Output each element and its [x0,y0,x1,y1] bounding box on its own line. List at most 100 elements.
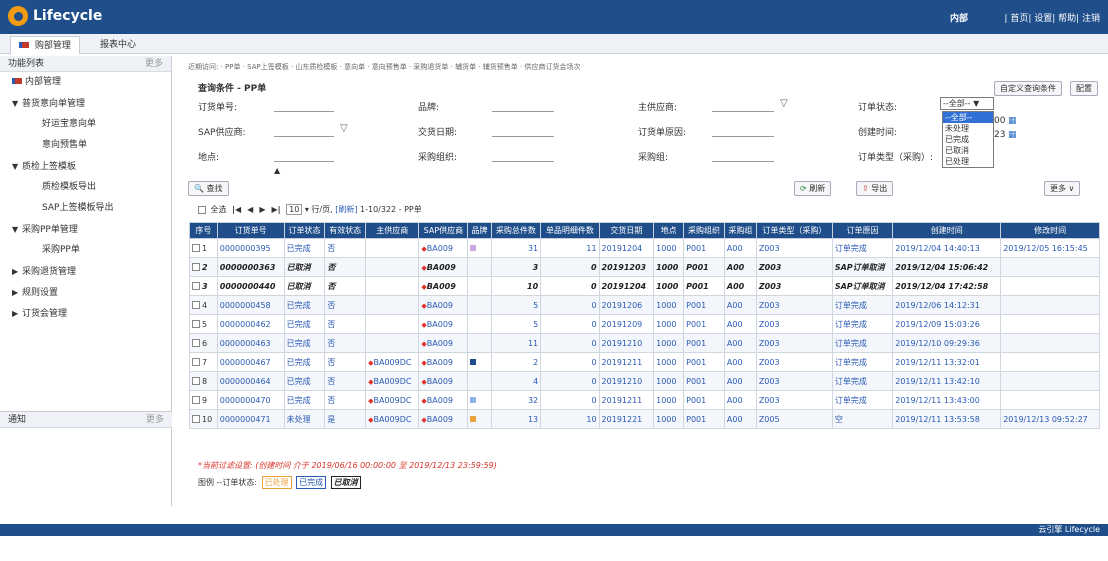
table-row[interactable]: 7 0000000467 已完成否 ◆BA009DC ◆BA009 2 0 20191211 1… [189,352,1100,372]
order-no-input[interactable] [274,100,334,112]
sidebar-item[interactable]: SAP上签模板导出 [0,198,171,219]
column-header[interactable]: 订单原因 [831,222,894,239]
sidebar-item[interactable]: 好运宝意向单 [0,114,171,135]
no-cell: 0000000440 [216,276,285,296]
created-start-partial[interactable]: 00 [994,116,1005,126]
table-row[interactable]: 9 0000000470 已完成否 ◆BA009DC ◆BA009 32 0 20191211… [189,390,1100,410]
row-checkbox[interactable] [192,396,200,404]
row-checkbox[interactable] [192,339,200,347]
valid-cell: 否 [324,238,367,258]
main-supplier-input[interactable] [712,100,774,112]
custom-query-button[interactable]: 自定义查询条件 [994,81,1062,96]
column-header[interactable]: 品牌 [467,222,492,239]
table-row[interactable]: 3 0000000440 已取消否 ◆BA009 10 0 20191204 1000 P001… [189,276,1100,296]
table-row[interactable]: 6 0000000463 已完成否 ◆BA009 11 0 20191210 1000 P001… [189,333,1100,353]
column-header[interactable]: 主供应商 [365,222,420,239]
order-status-select[interactable]: --全部-- ▼ [940,97,994,110]
refresh-button[interactable]: ⟳ 刷新 [794,181,832,196]
table-row[interactable]: 2 0000000363 已取消否 ◆BA009 3 0 20191203 1000 P001 A… [189,257,1100,277]
sidebar-item[interactable]: ▼ 普货意向单管理 [0,93,171,114]
sap-supplier-input[interactable] [274,125,334,137]
column-header[interactable]: 有效状态 [324,222,367,239]
column-header[interactable]: 采购总件数 [490,222,542,239]
filter-icon[interactable]: ▽ [340,123,348,134]
column-header[interactable]: 采购组 [723,222,757,239]
recent-visits[interactable]: 近期访问: · PP单 · SAP上签模板 · 山东质检模板 · 意向单 · 意… [188,62,580,72]
select-all-checkbox[interactable] [198,205,206,214]
sidebar-item[interactable]: ▼ 质检上签模板 [0,156,171,177]
tab-reports[interactable]: 报表中心 [92,36,144,54]
tab-purchase[interactable]: 购部管理 [10,36,80,54]
page-size-select[interactable]: 10 [286,204,303,215]
last-page-icon[interactable]: ▶| [271,205,280,214]
column-header[interactable]: 订单类型（采购） [755,222,833,239]
export-button[interactable]: ⇪ 导出 [856,181,894,196]
delivery-date-input[interactable] [492,125,554,137]
refresh-link[interactable]: [刷新] [335,205,357,214]
column-header[interactable]: 修改时间 [1000,222,1100,239]
status-option[interactable]: --全部-- [943,112,993,123]
location-input[interactable] [274,150,334,162]
next-page-icon[interactable]: ▶ [259,205,265,214]
column-header[interactable]: 序号 [189,222,218,239]
table-row[interactable]: 5 0000000462 已完成否 ◆BA009 5 0 20191209 1000 P001 A… [189,314,1100,334]
sidebar-more-link[interactable]: 更多 [145,56,163,72]
sidebar-item[interactable]: 质检模板导出 [0,177,171,198]
status-option[interactable]: 已取消 [943,145,993,156]
notify-more-link[interactable]: 更多 [146,412,164,428]
no-cell: 0000000395 [216,238,285,258]
reason-cell: 订单完成 [831,238,894,258]
brand-input[interactable] [492,100,554,112]
purch-group-input[interactable] [712,150,774,162]
sidebar-item[interactable]: ▼ 采购PP单管理 [0,219,171,240]
filter-icon[interactable]: ▽ [780,98,788,109]
table-row[interactable]: 1 0000000395 已完成否 ◆BA009 31 11 20191204 1000 P00… [189,238,1100,258]
calendar-icon[interactable]: ▦ [1008,130,1017,140]
column-header[interactable]: 地点 [653,222,685,239]
table-row[interactable]: 8 0000000464 已完成否 ◆BA009DC ◆BA009 4 0 20191210 1… [189,371,1100,391]
sidebar-item[interactable]: 采购PP单 [0,240,171,261]
prev-page-icon[interactable]: ◀ [247,205,253,214]
sidebar-item[interactable]: ▶ 采购退货管理 [0,261,171,282]
column-header[interactable]: 订货单号 [216,222,285,239]
row-checkbox[interactable] [192,263,200,271]
status-option[interactable]: 已处理 [943,156,993,167]
row-checkbox[interactable] [192,301,200,309]
column-header[interactable]: 订单状态 [283,222,326,239]
table-row[interactable]: 4 0000000458 已完成否 ◆BA009 5 0 20191206 1000 P001 A… [189,295,1100,315]
row-checkbox[interactable] [192,415,200,423]
sidebar-item[interactable]: ▶ 规则设置 [0,282,171,303]
purch-org-input[interactable] [492,150,554,162]
reason-input[interactable] [712,125,774,137]
sidebar-item[interactable]: 内部管理 [0,72,171,93]
current-user[interactable]: 内部 [950,11,968,24]
column-header[interactable]: 单品明细件数 [540,222,600,239]
table-row[interactable]: 10 0000000471 未处理是 ◆BA009DC ◆BA009 13 10 201912… [189,409,1100,429]
status-option[interactable]: 未处理 [943,123,993,134]
row-checkbox[interactable] [192,244,200,252]
sidebar-item[interactable]: 意向预售单 [0,135,171,156]
sidebar-item[interactable]: ▶ 订货会管理 [0,303,171,324]
valid-cell: 否 [324,314,367,334]
sap-supplier-cell: ◆BA009 [418,333,469,353]
calendar-icon[interactable]: ▦ [1008,116,1017,126]
row-checkbox[interactable] [192,377,200,385]
column-header[interactable]: 采购组织 [683,222,725,239]
search-button[interactable]: 🔍 查找 [188,181,229,196]
collapse-arrow-icon[interactable]: ▲ [274,166,280,175]
top-links[interactable]: | 首页| 设置| 帮助| 注销 [1004,11,1100,24]
column-header[interactable]: SAP供应商 [418,222,469,239]
first-page-icon[interactable]: |◀ [232,205,241,214]
status-option[interactable]: 已完成 [943,134,993,145]
row-checkbox[interactable] [192,282,200,290]
row-checkbox[interactable] [192,358,200,366]
config-button[interactable]: 配置 [1070,81,1098,96]
created-end-partial[interactable]: 23 [994,130,1005,140]
column-header[interactable]: 创建时间 [892,222,1002,239]
row-checkbox[interactable] [192,320,200,328]
reason-cell: 订单完成 [831,371,894,391]
loc-cell: 1000 [653,352,685,372]
more-button[interactable]: 更多 ∨ [1044,181,1081,196]
sidebar-item-label: 普货意向单管理 [22,99,86,109]
column-header[interactable]: 交货日期 [598,222,655,239]
